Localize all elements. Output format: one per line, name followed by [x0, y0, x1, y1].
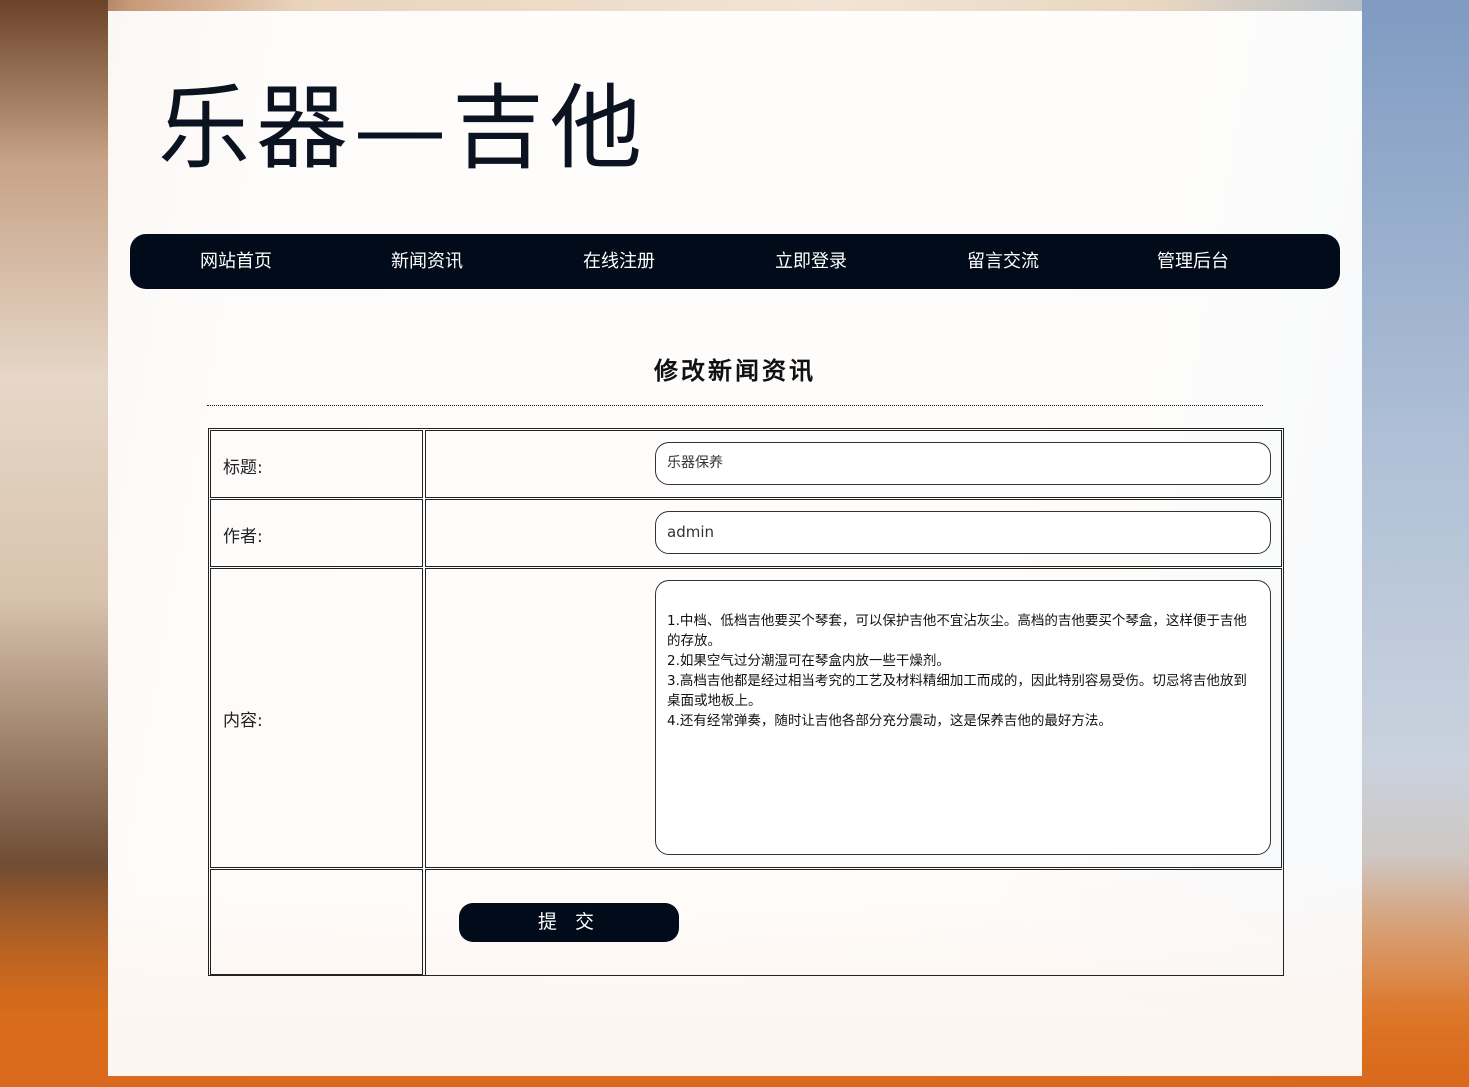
- author-label: 作者:: [223, 527, 263, 547]
- nav-item-admin[interactable]: 管理后台: [1157, 234, 1229, 289]
- form-label-cell: 标题:: [210, 430, 423, 498]
- form-input-cell: 乐器保养: [425, 430, 1282, 498]
- content-label: 内容:: [223, 711, 263, 731]
- author-input[interactable]: admin: [655, 511, 1271, 554]
- form-input-cell: admin: [425, 499, 1282, 567]
- title-divider: [207, 405, 1263, 406]
- edit-news-form: 标题: 乐器保养 作者: admin 内容: 1.中档、低档吉他要买个琴套，可以…: [208, 428, 1284, 976]
- main-panel: 乐器—吉他 网站首页 新闻资讯 在线注册 立即登录 留言交流 管理后台 修改新闻…: [108, 11, 1362, 1076]
- nav-item-news[interactable]: 新闻资讯: [391, 234, 463, 289]
- nav-item-register[interactable]: 在线注册: [583, 234, 655, 289]
- form-row-content: 内容: 1.中档、低档吉他要买个琴套，可以保护吉他不宜沾灰尘。高档的吉他要买个琴…: [209, 567, 1283, 868]
- content-textarea[interactable]: 1.中档、低档吉他要买个琴套，可以保护吉他不宜沾灰尘。高档的吉他要买个琴盒，这样…: [655, 580, 1271, 855]
- title-input[interactable]: 乐器保养: [655, 442, 1271, 485]
- title-label: 标题:: [223, 458, 263, 478]
- form-label-cell: [210, 869, 423, 975]
- form-row-submit: 提 交: [209, 868, 1283, 975]
- form-label-cell: 内容:: [210, 568, 423, 868]
- form-label-cell: 作者:: [210, 499, 423, 567]
- nav-bar: 网站首页 新闻资讯 在线注册 立即登录 留言交流 管理后台: [130, 234, 1340, 289]
- form-input-cell: 1.中档、低档吉他要买个琴套，可以保护吉他不宜沾灰尘。高档的吉他要买个琴盒，这样…: [425, 568, 1282, 868]
- site-logo: 乐器—吉他: [158, 75, 649, 182]
- nav-item-login[interactable]: 立即登录: [775, 234, 847, 289]
- form-row-title: 标题: 乐器保养: [209, 429, 1283, 498]
- form-row-author: 作者: admin: [209, 498, 1283, 567]
- nav-item-message[interactable]: 留言交流: [967, 234, 1039, 289]
- nav-item-home[interactable]: 网站首页: [200, 234, 272, 289]
- form-input-cell: 提 交: [425, 869, 1282, 975]
- submit-button[interactable]: 提 交: [459, 903, 679, 942]
- page-title: 修改新闻资讯: [654, 356, 816, 385]
